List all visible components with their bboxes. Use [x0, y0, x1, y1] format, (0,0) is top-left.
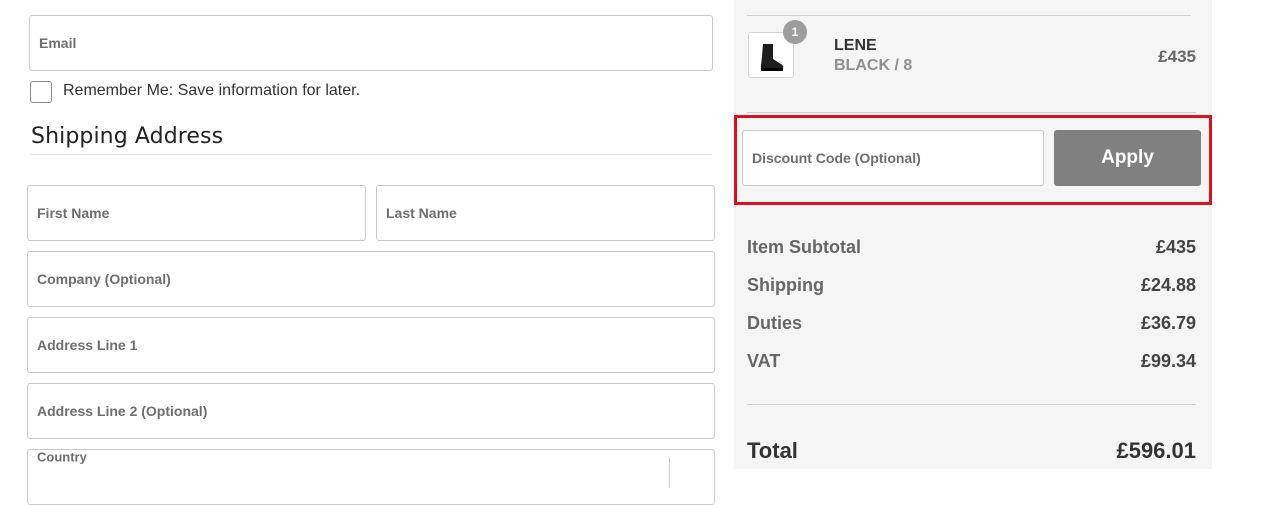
last-name-placeholder: Last Name	[386, 205, 457, 221]
last-name-field[interactable]: Last Name	[376, 185, 715, 241]
email-field[interactable]: Email	[29, 15, 713, 71]
product-price: £435	[1158, 47, 1196, 66]
summary-top-divider	[747, 15, 1191, 16]
country-select[interactable]: Country	[27, 449, 715, 505]
vat-label: VAT	[747, 351, 781, 371]
duties-label: Duties	[747, 313, 803, 333]
address-line-2-field[interactable]: Address Line 2 (Optional)	[27, 383, 715, 439]
total-value: £596.01	[1116, 438, 1196, 463]
select-divider	[669, 458, 670, 488]
product-name: LENE	[834, 37, 877, 54]
product-variant: BLACK / 8	[834, 57, 913, 74]
address-line-2-placeholder: Address Line 2 (Optional)	[37, 403, 208, 419]
shipping-address-title: Shipping Address	[31, 124, 224, 149]
company-placeholder: Company (Optional)	[37, 271, 171, 287]
company-field[interactable]: Company (Optional)	[27, 251, 715, 307]
item-divider	[747, 112, 1196, 113]
total-label: Total	[747, 438, 798, 463]
duties-value: £36.79	[1140, 313, 1196, 333]
section-divider	[30, 154, 712, 155]
remember-me-checkbox[interactable]	[30, 81, 52, 103]
country-label: Country	[37, 449, 87, 465]
first-name-placeholder: First Name	[37, 205, 110, 221]
first-name-field[interactable]: First Name	[27, 185, 366, 241]
subtotal-label: Item Subtotal	[747, 237, 862, 257]
address-line-1-field[interactable]: Address Line 1	[27, 317, 715, 373]
shipping-value: £24.88	[1140, 275, 1196, 295]
discount-highlight-box	[734, 115, 1212, 205]
remember-me-label[interactable]: Remember Me: Save information for later.	[63, 82, 360, 100]
subtotal-value: £435	[1155, 237, 1196, 257]
vat-value: £99.34	[1140, 351, 1196, 371]
totals-divider	[747, 404, 1196, 405]
shipping-label: Shipping	[747, 275, 824, 295]
email-placeholder: Email	[39, 35, 77, 51]
address-line-1-placeholder: Address Line 1	[37, 337, 138, 353]
order-summary-panel	[734, 0, 1212, 469]
quantity-badge: 1	[783, 20, 807, 44]
